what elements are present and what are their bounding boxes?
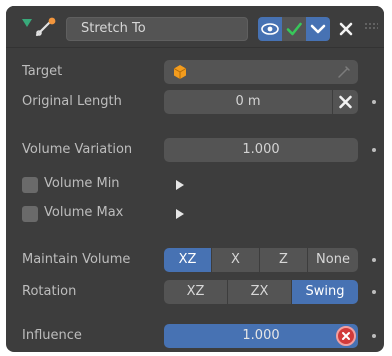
volume-variation-label: Volume Variation: [22, 142, 133, 157]
keyframe-dot[interactable]: [372, 334, 376, 338]
close-icon[interactable]: [336, 17, 356, 41]
eye-toggle-button[interactable]: [258, 17, 282, 41]
enable-toggle-button[interactable]: [282, 17, 306, 41]
constraint-header: Stretch To: [6, 6, 384, 48]
remove-circle-icon[interactable]: [336, 326, 356, 346]
keyframe-dot[interactable]: [372, 290, 376, 294]
volume-max-label: Volume Max: [44, 205, 124, 220]
maintain-volume-label: Maintain Volume: [22, 252, 131, 267]
clear-x-icon: [339, 95, 352, 109]
play-icon[interactable]: [176, 180, 184, 190]
clear-length-button[interactable]: [333, 90, 358, 114]
constraint-panel: Stretch To Target Original Length 0 m Vo…: [6, 6, 384, 352]
rotation-label: Rotation: [22, 284, 77, 299]
expand-menu-button[interactable]: [306, 17, 330, 41]
keyframe-dot[interactable]: [372, 100, 376, 104]
play-icon[interactable]: [176, 209, 184, 219]
volume-max-checkbox[interactable]: [22, 206, 38, 222]
rotation-option-swing[interactable]: Swing: [292, 280, 358, 304]
collapse-triangle-icon[interactable]: [22, 19, 32, 27]
influence-slider[interactable]: 1.000: [164, 324, 358, 348]
influence-label: Influence: [22, 328, 82, 343]
volume-min-checkbox[interactable]: [22, 177, 38, 193]
check-icon: [286, 22, 302, 36]
chevron-down-icon: [310, 24, 326, 34]
rotation-option-xz[interactable]: XZ: [164, 280, 228, 304]
maintain-volume-option-none[interactable]: None: [308, 248, 358, 272]
rotation-selector: XZ ZX Swing: [164, 280, 358, 304]
volume-min-label: Volume Min: [44, 176, 120, 191]
keyframe-dot[interactable]: [372, 258, 376, 262]
eye-icon: [261, 23, 279, 35]
maintain-volume-option-xz[interactable]: XZ: [164, 248, 212, 272]
eyedropper-icon[interactable]: [336, 64, 352, 80]
original-length-field[interactable]: 0 m: [164, 90, 332, 114]
maintain-volume-option-x[interactable]: X: [212, 248, 260, 272]
constraint-name-field[interactable]: Stretch To: [66, 17, 248, 41]
target-field[interactable]: [164, 60, 358, 84]
maintain-volume-selector: XZ X Z None: [164, 248, 358, 272]
maintain-volume-option-z[interactable]: Z: [260, 248, 308, 272]
original-length-label: Original Length: [22, 94, 122, 109]
keyframe-dot[interactable]: [372, 148, 376, 152]
rotation-option-zx[interactable]: ZX: [228, 280, 292, 304]
target-label: Target: [22, 64, 63, 79]
grip-icon[interactable]: [364, 22, 378, 34]
object-cube-icon: [173, 65, 187, 79]
constraint-icon: [35, 17, 56, 37]
volume-variation-field[interactable]: 1.000: [164, 138, 358, 162]
